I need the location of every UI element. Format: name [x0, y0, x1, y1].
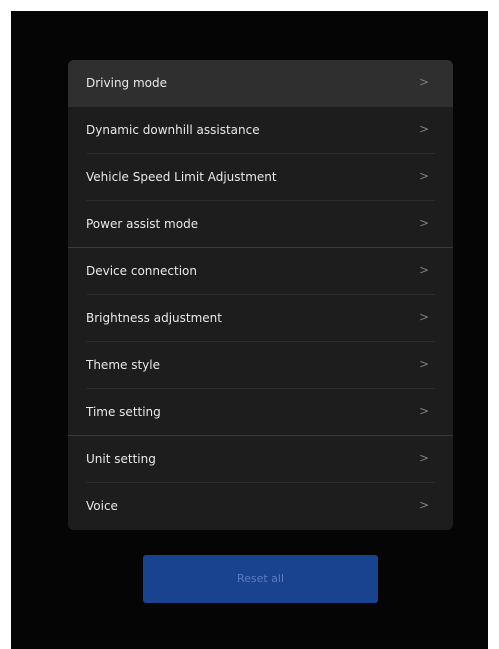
chevron-right-icon: > [418, 263, 429, 277]
menu-item-voice[interactable]: Voice > [68, 483, 453, 530]
menu-item-label: Theme style [86, 358, 160, 372]
menu-item-driving-mode[interactable]: Driving mode > [68, 60, 453, 107]
menu-item-label: Brightness adjustment [86, 311, 222, 325]
menu-item-label: Driving mode [86, 76, 168, 90]
menu-item-label: Time setting [86, 405, 161, 419]
settings-menu: Driving mode > Dynamic downhill assistan… [68, 60, 453, 530]
menu-item-label: Power assist mode [86, 217, 199, 231]
chevron-right-icon: > [418, 310, 429, 324]
menu-item-brightness-adjustment[interactable]: Brightness adjustment > [68, 295, 453, 342]
menu-item-unit-setting[interactable]: Unit setting > [68, 436, 453, 483]
chevron-right-icon: > [418, 451, 429, 465]
menu-item-label: Device connection [86, 264, 197, 278]
menu-item-theme-style[interactable]: Theme style > [68, 342, 453, 389]
menu-item-label: Vehicle Speed Limit Adjustment [86, 170, 277, 184]
menu-item-device-connection[interactable]: Device connection > [68, 248, 453, 295]
chevron-right-icon: > [418, 404, 429, 418]
menu-item-power-assist-mode[interactable]: Power assist mode > [68, 201, 453, 248]
chevron-right-icon: > [418, 216, 429, 230]
menu-item-label: Voice [86, 499, 118, 513]
menu-item-time-setting[interactable]: Time setting > [68, 389, 453, 436]
reset-all-button[interactable]: Reset all [143, 555, 378, 603]
menu-item-dynamic-downhill-assistance[interactable]: Dynamic downhill assistance > [68, 107, 453, 154]
menu-item-vehicle-speed-limit-adjustment[interactable]: Vehicle Speed Limit Adjustment > [68, 154, 453, 201]
settings-screen: Driving mode > Dynamic downhill assistan… [11, 11, 488, 649]
chevron-right-icon: > [418, 75, 429, 89]
menu-item-label: Dynamic downhill assistance [86, 123, 260, 137]
chevron-right-icon: > [418, 498, 429, 512]
chevron-right-icon: > [418, 122, 429, 136]
chevron-right-icon: > [418, 169, 429, 183]
chevron-right-icon: > [418, 357, 429, 371]
menu-item-label: Unit setting [86, 452, 156, 466]
